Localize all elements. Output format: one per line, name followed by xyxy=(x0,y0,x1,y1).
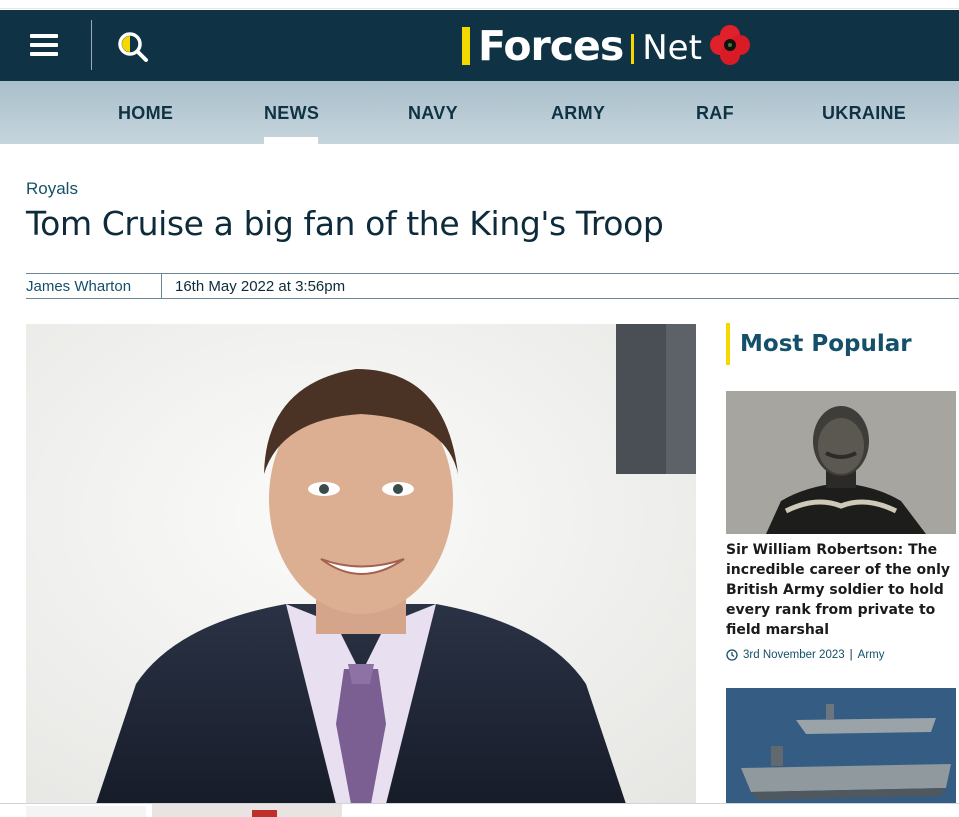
nav-item-army[interactable]: ARMY xyxy=(551,103,605,124)
logo-word: Forces xyxy=(478,22,624,70)
popular-card-image-2[interactable] xyxy=(726,688,956,803)
hero-photo-illustration xyxy=(26,324,696,804)
publish-date: 16th May 2022 at 3:56pm xyxy=(175,278,346,295)
bottom-ad-thumbnail[interactable] xyxy=(152,804,342,817)
author-link[interactable]: James Wharton xyxy=(26,278,131,295)
poppy-icon xyxy=(709,25,750,65)
popular-card-date: 3rd November 2023 xyxy=(743,649,845,661)
hero-image xyxy=(26,324,696,804)
browser-top-strip xyxy=(0,0,959,9)
menu-button[interactable] xyxy=(30,34,60,58)
article-meta: James Wharton 16th May 2022 at 3:56pm xyxy=(26,273,959,299)
clock-icon xyxy=(726,649,738,661)
bottom-bar xyxy=(0,803,959,817)
logo-bar xyxy=(462,27,470,65)
meta-separator: | xyxy=(849,649,853,661)
meta-divider xyxy=(161,274,162,299)
portrait-photo-illustration xyxy=(726,391,956,534)
nav-item-ukraine[interactable]: UKRAINE xyxy=(822,103,906,124)
carriers-photo-illustration xyxy=(726,688,956,803)
article-category-link[interactable]: Royals xyxy=(26,179,78,199)
menu-bar-icon xyxy=(30,52,58,56)
popular-card-meta: 3rd November 2023 | Army xyxy=(726,649,885,661)
menu-bar-icon xyxy=(30,34,58,38)
sidebar-heading-wrap: Most Popular xyxy=(726,323,912,365)
sidebar-heading: Most Popular xyxy=(740,331,912,357)
main-nav: HOME NEWS NAVY ARMY RAF UKRAINE xyxy=(0,81,959,144)
header-divider xyxy=(91,20,92,70)
popular-card-category[interactable]: Army xyxy=(858,649,885,661)
nav-item-home[interactable]: HOME xyxy=(118,103,173,124)
nav-item-navy[interactable]: NAVY xyxy=(408,103,458,124)
logo-separator xyxy=(631,34,635,64)
nav-item-news[interactable]: NEWS xyxy=(264,103,319,124)
popular-card-headline[interactable]: Sir William Robertson: The incredible ca… xyxy=(726,540,952,640)
logo-suffix: Net xyxy=(642,28,702,68)
nav-item-raf[interactable]: RAF xyxy=(696,103,734,124)
search-icon xyxy=(118,32,148,62)
nav-active-indicator xyxy=(264,137,318,144)
article-title: Tom Cruise a big fan of the King's Troop xyxy=(26,204,664,243)
popular-card-image[interactable] xyxy=(726,391,956,534)
forces-net-logo[interactable]: Forces Net xyxy=(462,24,752,68)
menu-bar-icon xyxy=(30,43,58,47)
search-button[interactable] xyxy=(116,30,150,64)
bottom-tab[interactable] xyxy=(26,806,146,817)
ad-thumbnail-illustration xyxy=(152,804,342,817)
site-header: Forces Net xyxy=(0,10,959,81)
